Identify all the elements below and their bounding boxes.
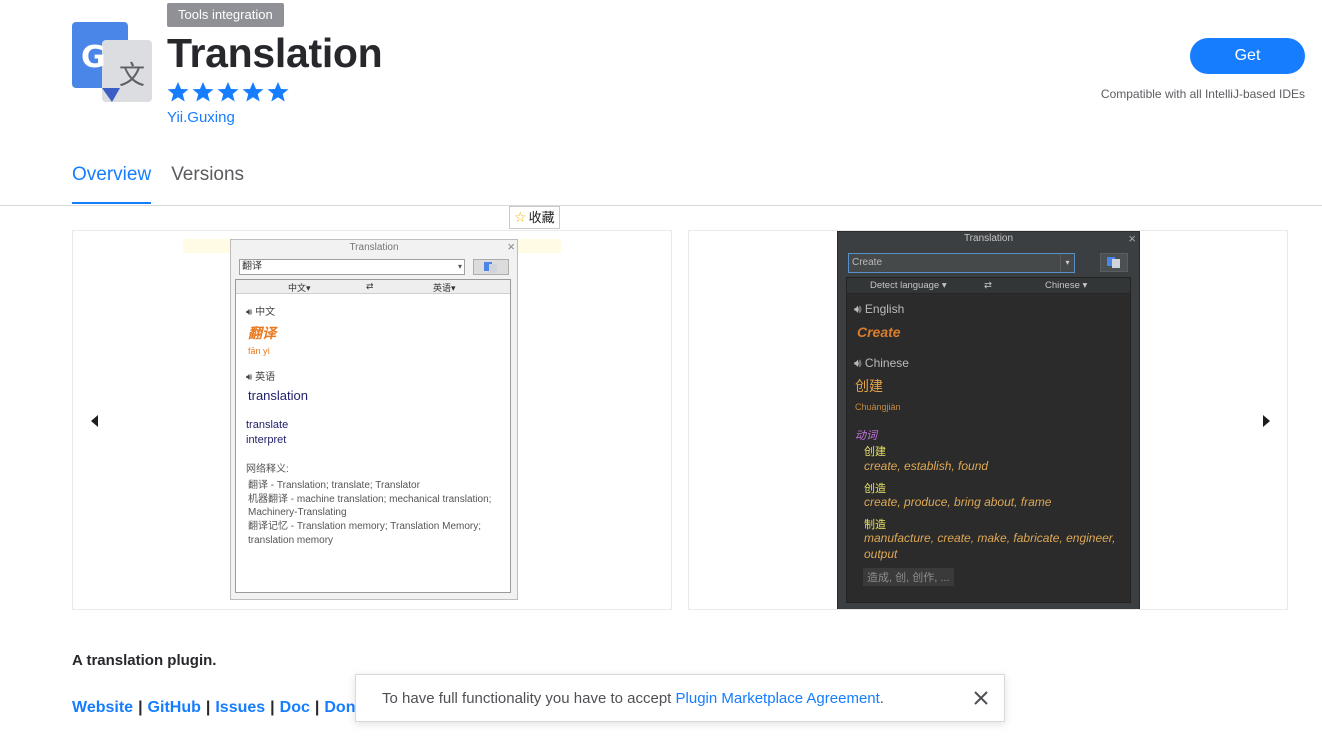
compatibility-text: Compatible with all IntelliJ-based IDEs bbox=[1100, 87, 1305, 101]
dark-source-lang: Detect language ▾ bbox=[870, 280, 947, 291]
plugin-summary: A translation plugin. bbox=[72, 652, 217, 669]
speaker-icon: 🔊︎ bbox=[246, 307, 253, 318]
get-button[interactable]: Get bbox=[1190, 38, 1305, 74]
light-target-label: 英语 bbox=[255, 372, 276, 383]
plugin-title: Translation bbox=[167, 30, 383, 76]
favorite-button[interactable]: ☆ 收藏 bbox=[509, 206, 560, 229]
link-separator: | bbox=[314, 699, 320, 716]
dark-window-title: Translation bbox=[963, 233, 1014, 244]
swap-icon: ⇄ bbox=[366, 281, 374, 291]
plugin-logo: G 文 bbox=[72, 22, 154, 104]
translate-icon bbox=[1107, 257, 1120, 268]
light-web-label: 网络释义: bbox=[246, 464, 289, 475]
notification-text: To have full functionality you have to a… bbox=[382, 690, 884, 707]
dark-part-of-speech: 动词 bbox=[855, 430, 877, 442]
light-source-pinyin: fān yì bbox=[248, 346, 271, 356]
svg-text:G: G bbox=[81, 40, 106, 75]
star-icon bbox=[192, 82, 214, 102]
dark-lang-bar: Detect language ▾ ⇄ Chinese ▾ bbox=[847, 278, 1130, 294]
dark-target-pinyin: Chuàngjiàn bbox=[855, 402, 901, 412]
tab-overview[interactable]: Overview bbox=[72, 164, 152, 204]
rating-stars bbox=[166, 80, 290, 104]
dark-translation-window: Translation × Create ▾ Detect language ▾… bbox=[837, 231, 1140, 609]
dark-target-label-row: 🔊︎ Chinese bbox=[854, 356, 909, 371]
screenshot-dark[interactable]: Translation × Create ▾ Detect language ▾… bbox=[688, 230, 1288, 610]
link-separator: | bbox=[270, 699, 275, 716]
vendor-link[interactable]: Yii.Guxing bbox=[167, 109, 235, 126]
close-icon: × bbox=[1128, 231, 1136, 246]
notification-prefix: To have full functionality you have to a… bbox=[382, 690, 676, 707]
screenshot-light[interactable]: Translation × 翻译 ▾ 中文▾ ⇄ 英语▾ 🔊︎ 中文 翻译 fā… bbox=[72, 230, 672, 610]
link-doc[interactable]: Doc bbox=[280, 699, 310, 716]
light-target-word: translation bbox=[248, 388, 308, 403]
close-icon[interactable] bbox=[971, 688, 991, 708]
dark-target-label: Chinese bbox=[864, 356, 909, 370]
light-target-lang: 英语▾ bbox=[433, 283, 456, 293]
speaker-icon: 🔊︎ bbox=[246, 372, 253, 383]
svg-text:文: 文 bbox=[119, 61, 145, 91]
light-web-definition: 翻译 - Translation; translate; Translator bbox=[248, 480, 420, 491]
swap-icon: ⇄ bbox=[984, 280, 992, 291]
translate-icon bbox=[484, 261, 497, 273]
chevron-down-icon: ▾ bbox=[1060, 254, 1074, 272]
tab-versions[interactable]: Versions bbox=[171, 164, 244, 204]
star-outline-icon: ☆ bbox=[514, 209, 527, 225]
light-input-value: 翻译 bbox=[242, 261, 262, 272]
light-source-lang: 中文▾ bbox=[288, 283, 311, 293]
link-separator: | bbox=[205, 699, 211, 716]
star-icon bbox=[242, 82, 264, 102]
speaker-icon: 🔊︎ bbox=[854, 356, 862, 370]
star-icon bbox=[167, 82, 189, 102]
close-icon: × bbox=[507, 239, 515, 254]
light-source-label-row: 🔊︎ 中文 bbox=[246, 303, 275, 318]
chevron-down-icon: ▾ bbox=[457, 262, 462, 271]
dark-sense-word: 创建 bbox=[864, 446, 886, 458]
dark-sense-gloss: create, establish, found bbox=[864, 459, 989, 473]
light-alternative: translate bbox=[246, 419, 289, 431]
tabs-divider bbox=[0, 205, 1322, 206]
link-github[interactable]: GitHub bbox=[148, 699, 201, 716]
light-lang-bar: 中文▾ ⇄ 英语▾ bbox=[236, 280, 510, 294]
light-source-label: 中文 bbox=[255, 307, 276, 318]
dark-input-field: Create ▾ bbox=[848, 253, 1075, 273]
speaker-icon: 🔊︎ bbox=[854, 302, 862, 316]
dark-sense-gloss: manufacture, create, make, fabricate, en… bbox=[864, 531, 1116, 561]
dark-target-word: 创建 bbox=[855, 378, 883, 394]
dark-source-word: Create bbox=[857, 324, 901, 340]
light-web-definitions: 翻译 - Translation; translate; Translator … bbox=[248, 479, 503, 548]
light-alternative: interpret bbox=[246, 434, 287, 446]
link-issues[interactable]: Issues bbox=[215, 699, 265, 716]
dark-sense-gloss: create, produce, bring about, frame bbox=[864, 495, 1052, 509]
dark-result-panel: Detect language ▾ ⇄ Chinese ▾ 🔊︎ English… bbox=[846, 277, 1131, 603]
light-web-definition: 机器翻译 - machine translation; mechanical t… bbox=[248, 493, 492, 519]
agreement-notification: To have full functionality you have to a… bbox=[355, 674, 1005, 722]
category-badge[interactable]: Tools integration bbox=[167, 3, 284, 27]
light-source-word: 翻译 bbox=[248, 325, 276, 341]
translate-button bbox=[1100, 253, 1128, 272]
tab-bar: Overview Versions bbox=[72, 164, 244, 204]
light-window-title: Translation bbox=[349, 242, 399, 253]
light-translation-window: Translation × 翻译 ▾ 中文▾ ⇄ 英语▾ 🔊︎ 中文 翻译 fā… bbox=[230, 239, 518, 600]
resource-links: Website | GitHub | Issues | Doc | Dona bbox=[72, 699, 364, 717]
dark-target-lang: Chinese ▾ bbox=[1045, 280, 1088, 291]
light-web-definition: 翻译记忆 - Translation memory; Translation M… bbox=[248, 521, 482, 546]
star-icon bbox=[217, 82, 239, 102]
translate-button bbox=[473, 259, 509, 275]
carousel-next-icon[interactable] bbox=[1259, 412, 1273, 430]
light-input-field: 翻译 ▾ bbox=[239, 259, 465, 275]
dark-source-label-row: 🔊︎ English bbox=[854, 302, 904, 317]
dark-source-label: English bbox=[864, 302, 905, 316]
carousel-prev-icon[interactable] bbox=[88, 412, 102, 430]
dark-more-senses: 造成, 创, 创作, ... bbox=[863, 568, 954, 586]
link-website[interactable]: Website bbox=[72, 699, 133, 716]
light-target-label-row: 🔊︎ 英语 bbox=[246, 368, 275, 383]
favorite-label: 收藏 bbox=[528, 210, 555, 225]
agreement-link[interactable]: Plugin Marketplace Agreement bbox=[676, 690, 880, 707]
dark-input-value: Create bbox=[852, 257, 883, 268]
link-separator: | bbox=[138, 699, 143, 716]
light-result-panel: 中文▾ ⇄ 英语▾ 🔊︎ 中文 翻译 fān yì 🔊︎ 英语 translat… bbox=[235, 279, 511, 593]
star-icon bbox=[267, 82, 289, 102]
notification-suffix: . bbox=[879, 690, 884, 707]
